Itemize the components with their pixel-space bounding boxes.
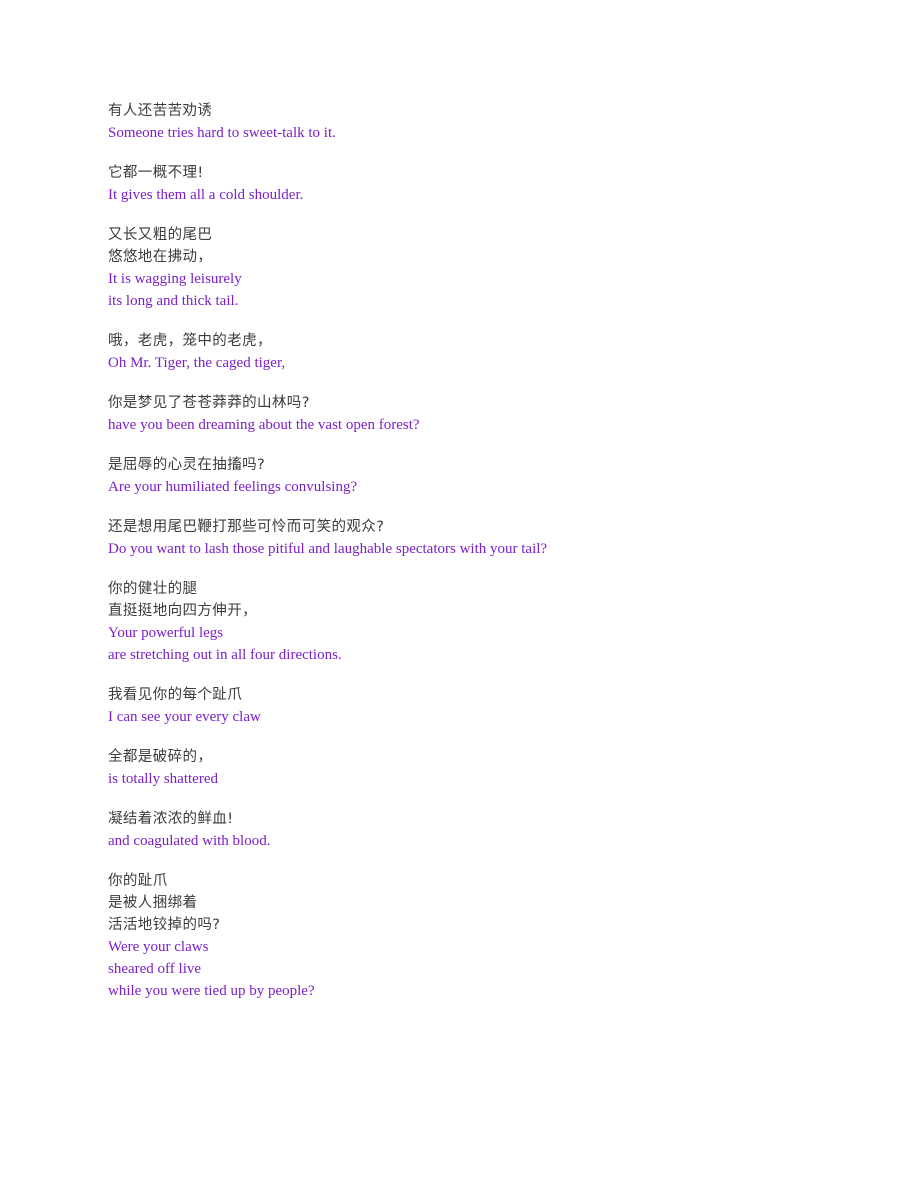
poem-line-chinese: 凝结着浓浓的鲜血! — [108, 811, 234, 827]
poem-line-english: It gives them all a cold shoulder. — [108, 187, 304, 203]
poem-line-chinese: 你的健壮的腿 — [108, 581, 198, 597]
poem-line-english: Your powerful legs — [108, 625, 224, 641]
poem-line-english: while you were tied up by people? — [108, 983, 315, 999]
poem-line-chinese: 有人还苦苦劝诱 — [108, 103, 213, 119]
stanza: 你是梦见了苍苍莽莽的山林吗? have you been dreaming abo… — [108, 392, 828, 436]
poem-line-english: Were your claws — [108, 939, 209, 955]
poem-body: 有人还苦苦劝诱 Someone tries hard to sweet-talk … — [108, 100, 828, 1002]
poem-line-english: and coagulated with blood. — [108, 833, 271, 849]
poem-line-chinese: 活活地铰掉的吗? — [108, 917, 221, 933]
poem-line-chinese: 全都是破碎的， — [108, 749, 213, 765]
poem-line-chinese: 还是想用尾巴鞭打那些可怜而可笑的观众? — [108, 519, 385, 535]
poem-line-english: It is wagging leisurely — [108, 271, 242, 287]
poem-line-chinese: 我看见你的每个趾爪 — [108, 687, 243, 703]
poem-line-english: Oh Mr. Tiger, the caged tiger, — [108, 355, 286, 371]
poem-line-english: is totally shattered — [108, 771, 218, 787]
poem-line-chinese: 是被人捆绑着 — [108, 895, 198, 911]
stanza: 凝结着浓浓的鲜血! and coagulated with blood. — [108, 808, 828, 852]
poem-line-english: Are your humiliated feelings convulsing? — [108, 479, 358, 495]
poem-line-chinese: 哦，老虎，笼中的老虎， — [108, 333, 272, 349]
poem-line-english: I can see your every claw — [108, 709, 261, 725]
poem-line-english: its long and thick tail. — [108, 293, 239, 309]
poem-line-english: sheared off live — [108, 961, 202, 977]
poem-line-chinese: 又长又粗的尾巴 — [108, 227, 213, 243]
stanza: 是屈辱的心灵在抽搐吗? Are your humiliated feelings … — [108, 454, 828, 498]
stanza: 有人还苦苦劝诱 Someone tries hard to sweet-talk … — [108, 100, 828, 144]
stanza: 又长又粗的尾巴 悠悠地在拂动， It is wagging leisurely its… — [108, 224, 828, 312]
poem-line-chinese: 它都一概不理! — [108, 165, 204, 181]
poem-line-chinese: 是屈辱的心灵在抽搐吗? — [108, 457, 266, 473]
poem-line-english: are stretching out in all four direction… — [108, 647, 342, 663]
poem-line-english: Do you want to lash those pitiful and la… — [108, 541, 548, 557]
document-page: 有人还苦苦劝诱 Someone tries hard to sweet-talk … — [0, 0, 920, 1191]
stanza: 你的健壮的腿直挺挺地向四方伸开， Your powerful legs are st… — [108, 578, 828, 666]
poem-line-chinese: 直挺挺地向四方伸开， — [108, 603, 257, 619]
poem-line-english: have you been dreaming about the vast op… — [108, 417, 420, 433]
stanza: 它都一概不理! It gives them all a cold shoulder… — [108, 162, 828, 206]
poem-line-chinese: 你是梦见了苍苍莽莽的山林吗? — [108, 395, 310, 411]
poem-line-chinese: 悠悠地在拂动， — [108, 249, 213, 265]
stanza: 我看见你的每个趾爪 I can see your every claw — [108, 684, 828, 728]
stanza: 全都是破碎的， is totally shattered — [108, 746, 828, 790]
poem-line-chinese: 你的趾爪 — [108, 873, 168, 889]
stanza: 还是想用尾巴鞭打那些可怜而可笑的观众? Do you want to lash t… — [108, 516, 828, 560]
stanza: 哦，老虎，笼中的老虎， Oh Mr. Tiger, the caged tiger… — [108, 330, 828, 374]
stanza: 你的趾爪是被人捆绑着活活地铰掉的吗? Were your claws sheared… — [108, 870, 828, 1002]
poem-line-english: Someone tries hard to sweet-talk to it. — [108, 125, 336, 141]
